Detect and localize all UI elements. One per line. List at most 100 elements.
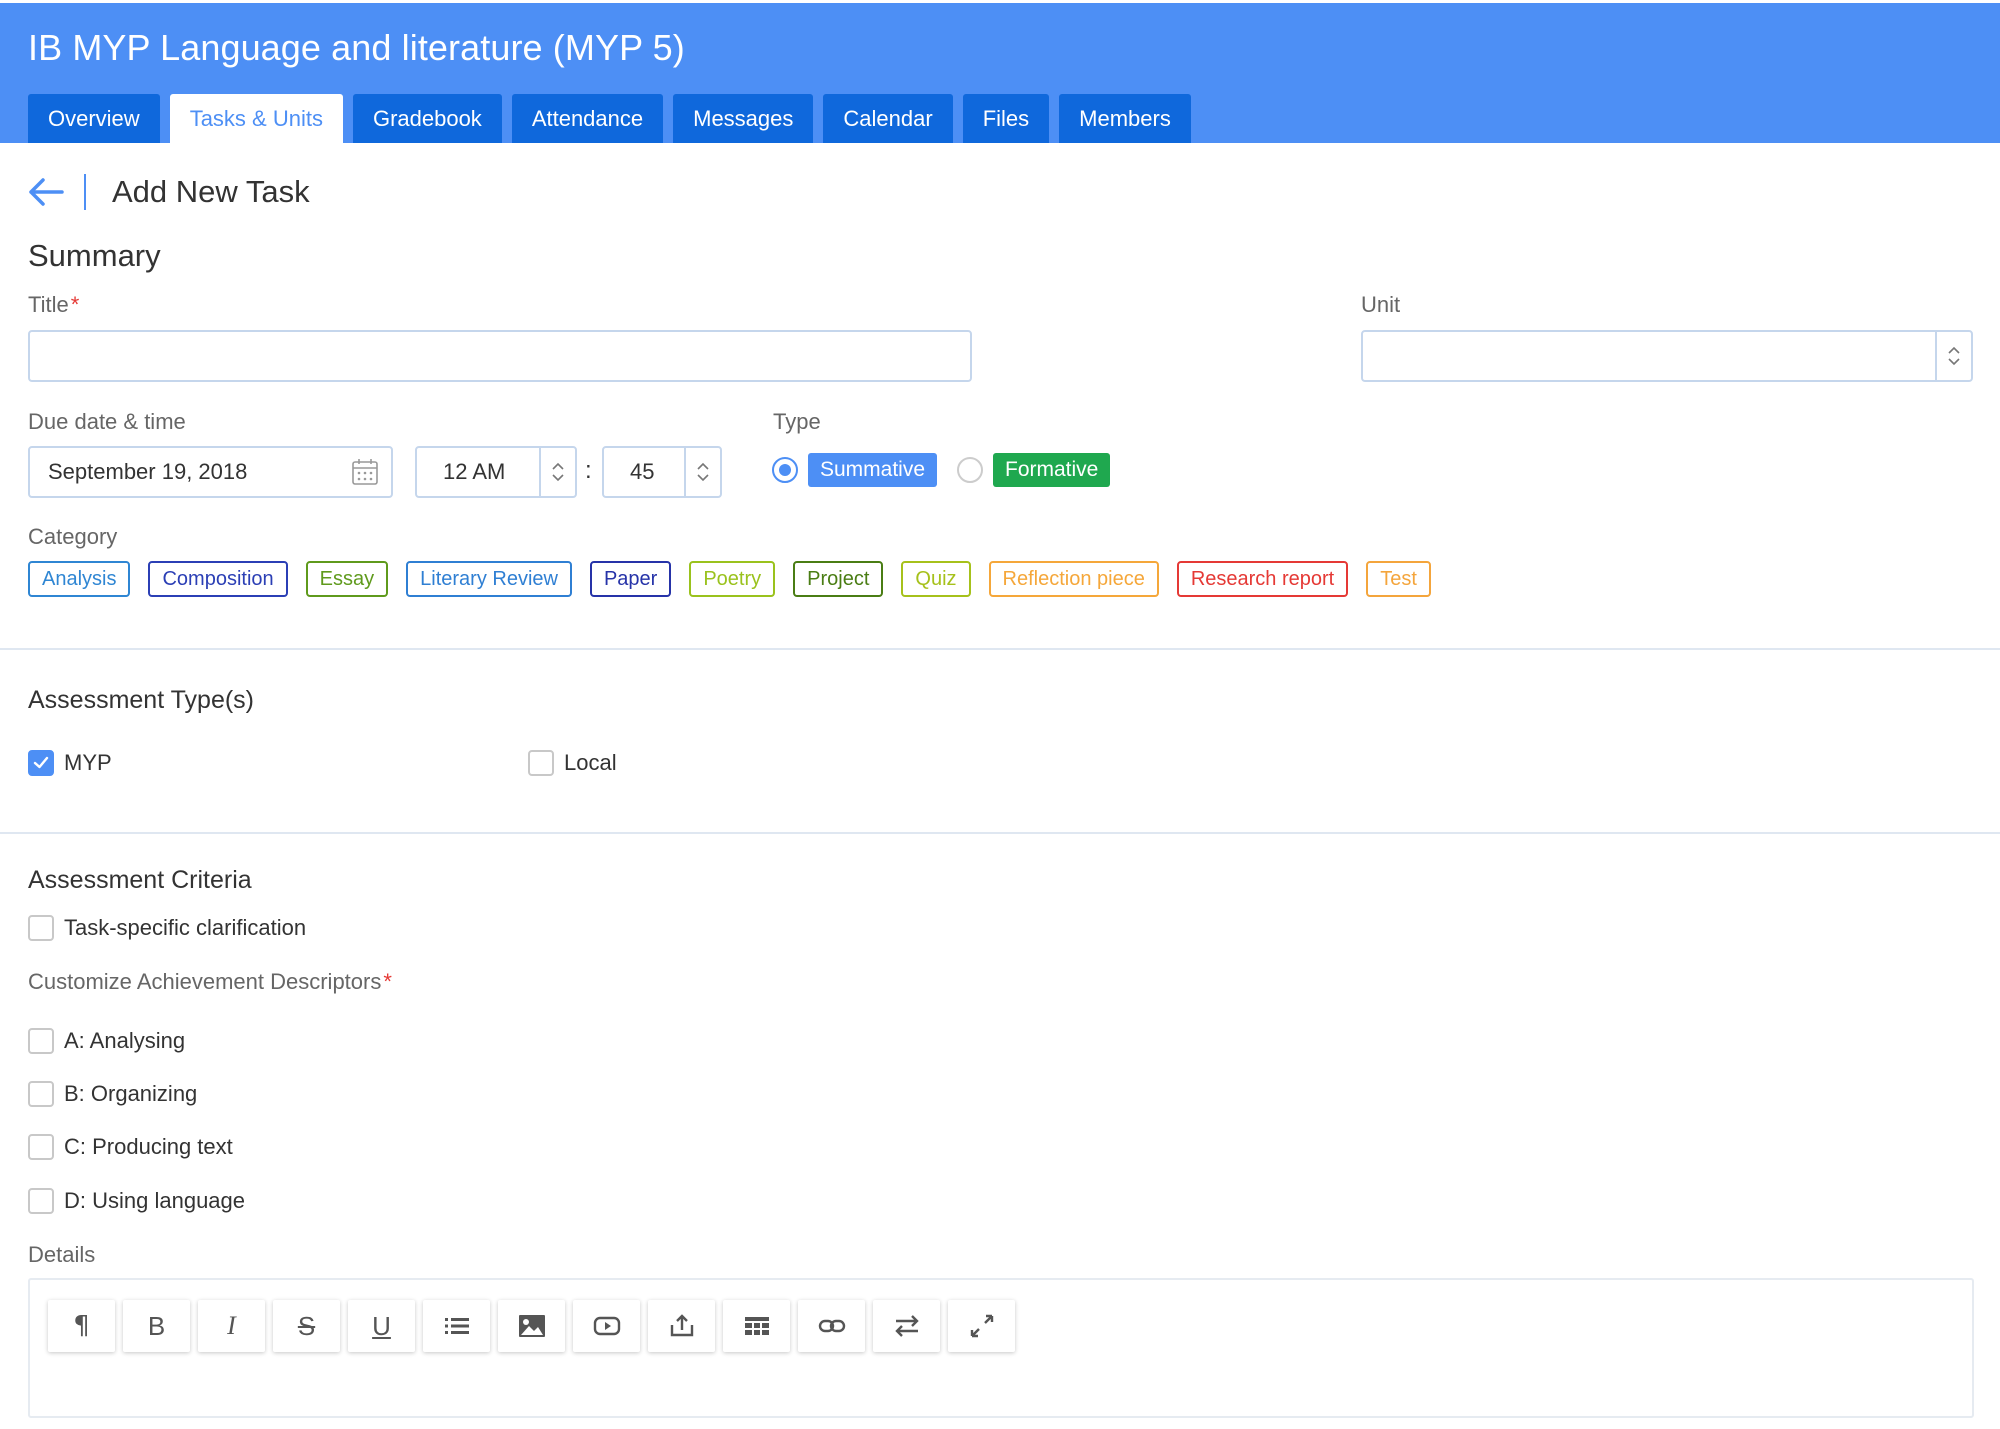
criterion-c-label: C: Producing text <box>64 1134 233 1159</box>
image-icon[interactable] <box>498 1300 565 1352</box>
table-icon[interactable] <box>723 1300 790 1352</box>
hour-value: 12 AM <box>443 459 506 484</box>
swap-icon[interactable] <box>873 1300 940 1352</box>
time-separator: : <box>585 457 592 484</box>
category-test[interactable]: Test <box>1366 561 1431 597</box>
myp-label: MYP <box>64 750 112 775</box>
criterion-d-checkbox[interactable] <box>28 1188 54 1214</box>
criterion-b[interactable]: B: Organizing <box>28 1081 197 1107</box>
page-header: Add New Task <box>26 172 310 212</box>
chevron-up-icon <box>697 462 709 470</box>
required-mark: * <box>383 969 392 994</box>
category-poetry[interactable]: Poetry <box>689 561 776 597</box>
upload-icon[interactable] <box>648 1300 715 1352</box>
title-input[interactable] <box>28 330 972 382</box>
link-icon[interactable] <box>798 1300 865 1352</box>
due-date-value: September 19, 2018 <box>48 459 248 484</box>
type-label: Type <box>773 409 821 434</box>
tab-attendance[interactable]: Attendance <box>511 94 664 143</box>
section-divider <box>0 832 2000 834</box>
criterion-b-label: B: Organizing <box>64 1081 198 1106</box>
category-paper[interactable]: Paper <box>589 561 672 597</box>
criterion-c-checkbox[interactable] <box>28 1134 54 1160</box>
tab-gradebook[interactable]: Gradebook <box>352 94 502 143</box>
details-label: Details <box>28 1242 96 1267</box>
myp-checkbox[interactable] <box>28 750 54 776</box>
title-divider <box>84 174 86 210</box>
clarification-label: Task-specific clarification <box>64 915 307 940</box>
tab-messages[interactable]: Messages <box>673 94 814 143</box>
clarification-checkbox[interactable] <box>28 915 54 941</box>
calendar-icon[interactable] <box>351 458 379 486</box>
minute-value: 45 <box>630 459 655 484</box>
underline-icon[interactable]: U <box>348 1300 415 1352</box>
criterion-a[interactable]: A: Analysing <box>28 1028 185 1054</box>
category-quiz[interactable]: Quiz <box>901 561 971 597</box>
tab-calendar[interactable]: Calendar <box>823 94 953 143</box>
category-reflection-piece[interactable]: Reflection piece <box>988 561 1159 597</box>
due-date-input[interactable]: September 19, 2018 <box>28 446 393 498</box>
strikethrough-icon[interactable]: S <box>273 1300 340 1352</box>
minute-stepper[interactable]: 45 <box>602 446 722 498</box>
unit-label: Unit <box>1361 292 1401 317</box>
chevron-up-icon <box>1948 346 1960 354</box>
assessment-type-myp[interactable]: MYP <box>28 750 112 776</box>
tab-files[interactable]: Files <box>962 94 1050 143</box>
criterion-d[interactable]: D: Using language <box>28 1188 245 1214</box>
page-title: Add New Task <box>112 174 310 209</box>
unit-select[interactable] <box>1361 330 1973 382</box>
arrow-left-icon[interactable] <box>26 175 66 209</box>
chevron-down-icon <box>1948 358 1960 366</box>
required-mark: * <box>70 292 80 317</box>
local-label: Local <box>564 750 617 775</box>
assessment-types-heading: Assessment Type(s) <box>28 686 255 714</box>
bold-icon[interactable]: B <box>123 1300 190 1352</box>
tab-tasks-units[interactable]: Tasks & Units <box>169 94 343 143</box>
chevron-down-icon <box>552 474 564 482</box>
assessment-type-local[interactable]: Local <box>528 750 617 776</box>
criterion-d-label: D: Using language <box>64 1188 246 1213</box>
video-icon[interactable] <box>573 1300 640 1352</box>
tab-overview[interactable]: Overview <box>28 94 160 143</box>
tab-members[interactable]: Members <box>1059 94 1191 143</box>
italic-icon[interactable]: I <box>198 1300 265 1352</box>
summative-chip[interactable]: Summative <box>808 453 938 487</box>
formative-radio[interactable] <box>957 457 983 483</box>
checkmark-icon <box>33 756 49 769</box>
category-project[interactable]: Project <box>793 561 884 597</box>
category-composition[interactable]: Composition <box>148 561 288 597</box>
course-tabs: Overview Tasks & Units Gradebook Attenda… <box>28 94 1201 143</box>
criterion-c[interactable]: C: Producing text <box>28 1134 233 1160</box>
summary-heading: Summary <box>28 238 161 273</box>
due-date-label: Due date & time <box>28 409 186 434</box>
chevron-up-icon <box>552 462 564 470</box>
editor-toolbar: ¶ B I S U <box>48 1300 1023 1352</box>
descriptors-label: Customize Achievement Descriptors* <box>28 969 392 994</box>
title-label: Title* <box>28 292 80 317</box>
section-divider <box>0 648 2000 650</box>
assessment-criteria-heading: Assessment Criteria <box>28 866 252 894</box>
local-checkbox[interactable] <box>528 750 554 776</box>
paragraph-icon[interactable]: ¶ <box>48 1300 115 1352</box>
list-icon[interactable] <box>423 1300 490 1352</box>
criterion-a-checkbox[interactable] <box>28 1028 54 1054</box>
category-list: Analysis Composition Essay Literary Revi… <box>28 561 1449 597</box>
category-analysis[interactable]: Analysis <box>28 561 131 597</box>
course-title: IB MYP Language and literature (MYP 5) <box>28 27 685 68</box>
category-research-report[interactable]: Research report <box>1176 561 1349 597</box>
category-essay[interactable]: Essay <box>305 561 389 597</box>
formative-chip[interactable]: Formative <box>993 453 1111 487</box>
category-literary-review[interactable]: Literary Review <box>406 561 572 597</box>
hour-spinner[interactable] <box>539 448 575 496</box>
minute-spinner[interactable] <box>684 448 720 496</box>
criterion-a-label: A: Analysing <box>64 1028 186 1053</box>
category-label: Category <box>28 524 118 549</box>
summative-radio[interactable] <box>772 457 798 483</box>
fullscreen-icon[interactable] <box>948 1300 1015 1352</box>
unit-spinner[interactable] <box>1935 332 1971 380</box>
criterion-b-checkbox[interactable] <box>28 1081 54 1107</box>
chevron-down-icon <box>697 474 709 482</box>
details-editor[interactable]: ¶ B I S U <box>28 1278 1974 1418</box>
hour-stepper[interactable]: 12 AM <box>415 446 577 498</box>
task-clarification-option[interactable]: Task-specific clarification <box>28 915 306 941</box>
